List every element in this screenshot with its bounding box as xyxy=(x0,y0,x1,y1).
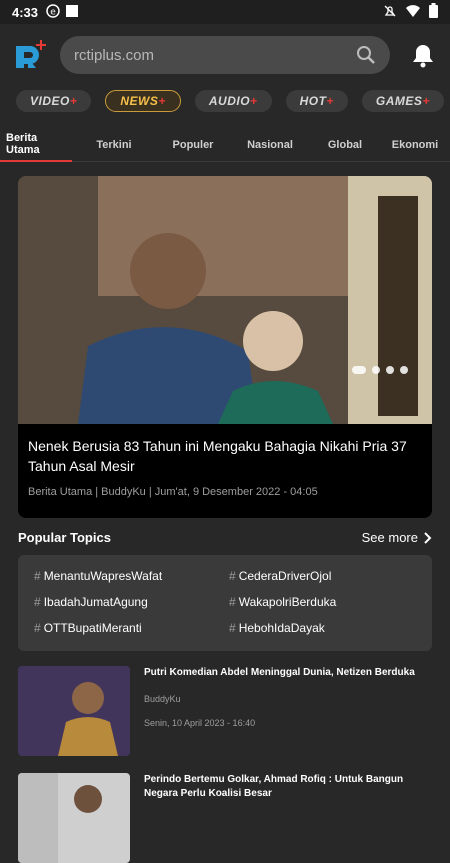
app-header: rctiplus.com xyxy=(0,24,450,86)
carousel-dots[interactable] xyxy=(352,366,408,374)
news-thumbnail xyxy=(18,666,130,756)
bell-icon[interactable] xyxy=(410,42,436,68)
wifi-icon xyxy=(405,4,421,21)
category-hot[interactable]: HOT + xyxy=(285,90,348,112)
category-strip: VIDEO + NEWS + AUDIO + HOT + GAMES + xyxy=(0,90,450,118)
topic-chip[interactable]: # WakapolriBerduka xyxy=(229,595,416,611)
category-video[interactable]: VIDEO + xyxy=(16,90,92,112)
search-bar[interactable]: rctiplus.com xyxy=(60,36,390,74)
topic-chip[interactable]: # HebohIdaDayak xyxy=(229,621,416,637)
news-thumbnail xyxy=(18,773,130,863)
news-tabs: Berita Utama Terkini Populer Nasional Gl… xyxy=(0,128,450,162)
tab-populer[interactable]: Populer xyxy=(156,128,230,162)
popular-topics-header: Popular Topics See more xyxy=(18,530,432,545)
category-games[interactable]: GAMES + xyxy=(361,90,444,112)
topic-chip[interactable]: # IbadahJumatAgung xyxy=(34,595,221,611)
headline-title[interactable]: Nenek Berusia 83 Tahun ini Mengaku Bahag… xyxy=(18,424,432,476)
popular-topics-title: Popular Topics xyxy=(18,530,111,545)
tab-terkini[interactable]: Terkini xyxy=(72,128,156,162)
tab-ekonomi[interactable]: Ekonomi xyxy=(380,128,450,162)
category-news[interactable]: NEWS + xyxy=(105,90,181,112)
popular-topics-box: # MenantuWapresWafat # CederaDriverOjol # I… xyxy=(18,555,432,651)
status-bar: 4:33 e xyxy=(0,0,450,24)
notification-square-icon xyxy=(66,4,79,20)
status-time: 4:33 xyxy=(12,4,39,20)
sync-icon: e xyxy=(46,3,60,21)
battery-icon xyxy=(429,3,438,21)
chevron-right-icon xyxy=(424,531,432,544)
news-date: Senin, 10 April 2023 - 16:40 xyxy=(144,718,256,728)
category-audio[interactable]: AUDIO + xyxy=(194,90,272,112)
news-title: Putri Komedian Abdel Meninggal Dunia, Ne… xyxy=(144,667,415,678)
headline-meta: Berita Utama | BuddyKu | Jum'at, 9 Desem… xyxy=(28,486,318,498)
rctiplus-logo-icon[interactable] xyxy=(14,38,48,72)
search-icon[interactable] xyxy=(356,45,376,65)
news-list-item[interactable]: Perindo Bertemu Golkar, Ahmad Rofiq : Un… xyxy=(18,773,432,863)
topic-chip[interactable]: # OTTBupatiMeranti xyxy=(34,621,221,637)
headline-image xyxy=(18,176,432,424)
tab-berita-utama[interactable]: Berita Utama xyxy=(0,128,72,162)
topic-chip[interactable]: # CederaDriverOjol xyxy=(229,569,416,585)
news-list-item[interactable]: Putri Komedian Abdel Meninggal Dunia, Ne… xyxy=(18,666,432,756)
headline-card[interactable]: Nenek Berusia 83 Tahun ini Mengaku Bahag… xyxy=(18,176,432,518)
news-title: Perindo Bertemu Golkar, Ahmad Rofiq : Un… xyxy=(144,774,404,799)
see-more-button[interactable]: See more xyxy=(362,530,432,545)
svg-text:e: e xyxy=(50,7,56,17)
topic-chip[interactable]: # MenantuWapresWafat xyxy=(34,569,221,585)
tab-global[interactable]: Global xyxy=(310,128,380,162)
news-source: BuddyKu xyxy=(144,694,181,704)
tab-nasional[interactable]: Nasional xyxy=(230,128,310,162)
mute-icon xyxy=(383,4,397,21)
search-input[interactable]: rctiplus.com xyxy=(74,47,356,64)
